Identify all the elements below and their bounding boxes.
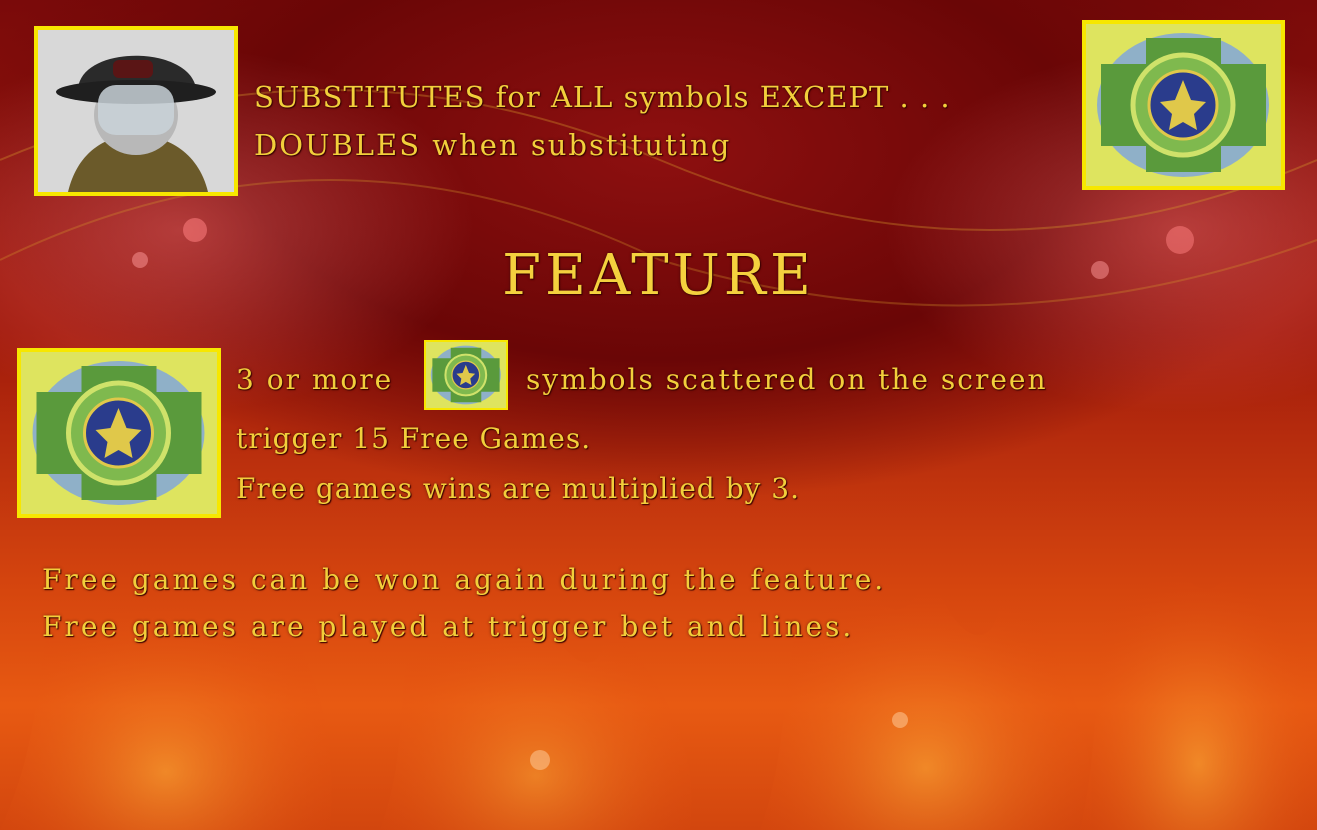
fire-badge-icon — [21, 352, 217, 514]
feature-title: FEATURE — [502, 243, 815, 308]
feature-line-4: Free games can be won again during the f… — [42, 563, 887, 596]
feature-line-5: Free games are played at trigger bet and… — [42, 610, 855, 643]
feature-line-1-pre: 3 or more — [236, 363, 394, 396]
scatter-badge-symbol — [17, 348, 221, 518]
feature-line-1-post: symbols scattered on the screen — [526, 363, 1048, 396]
firefighter-wild-symbol — [34, 26, 238, 196]
scatter-badge-symbol — [1082, 20, 1285, 190]
fire-badge-icon — [426, 342, 506, 408]
wild-substitute-text: SUBSTITUTES for ALL symbols EXCEPT . . . — [254, 80, 951, 114]
feature-line-3: Free games wins are multiplied by 3. — [236, 472, 800, 505]
wild-doubles-text: DOUBLES when substituting — [254, 128, 732, 162]
scatter-badge-inline-symbol — [424, 340, 508, 410]
feature-line-2: trigger 15 Free Games. — [236, 422, 592, 455]
firefighter-icon — [38, 30, 234, 192]
fire-badge-icon — [1086, 24, 1281, 186]
